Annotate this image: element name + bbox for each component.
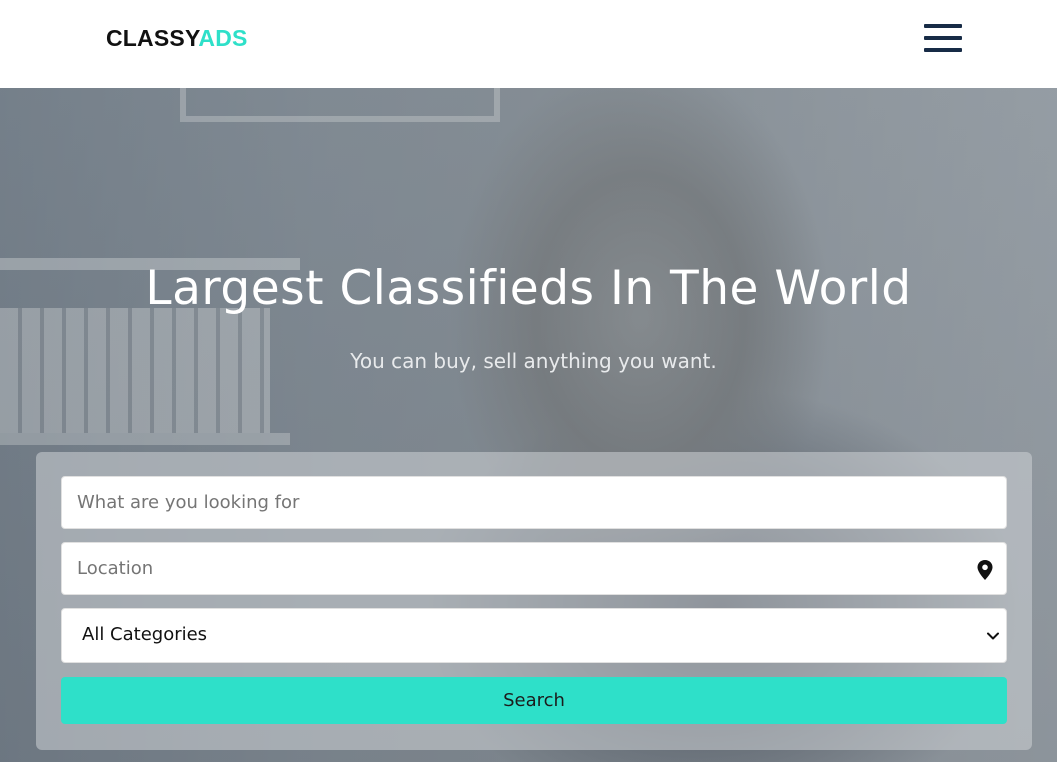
logo-text-ads: ADS xyxy=(198,25,248,51)
site-logo[interactable]: CLASSYADS xyxy=(106,24,248,52)
search-button[interactable]: Search xyxy=(61,677,1007,724)
category-select-value: All Categories xyxy=(82,624,208,645)
hero-title: Largest Classifieds In The World xyxy=(145,261,912,316)
hero-background-decoration xyxy=(0,433,290,445)
map-pin-icon xyxy=(977,560,993,580)
search-panel: All Categories Search xyxy=(36,452,1032,750)
hero-banner: Largest Classifieds In The World You can… xyxy=(0,88,1057,762)
location-field-container xyxy=(61,542,1007,595)
search-input[interactable] xyxy=(62,477,1006,528)
location-input[interactable] xyxy=(62,543,1006,594)
hero-background-decoration xyxy=(180,88,500,122)
chevron-down-icon xyxy=(987,632,999,640)
site-header: CLASSYADS xyxy=(0,0,1057,88)
menu-bar-middle xyxy=(924,36,962,40)
hero-subtitle: You can buy, sell anything you want. xyxy=(350,349,717,373)
menu-bar-bottom xyxy=(924,48,962,52)
logo-text-classy: CLASSY xyxy=(106,25,199,51)
category-select[interactable]: All Categories xyxy=(61,608,1007,663)
hamburger-menu-icon[interactable] xyxy=(924,24,962,52)
menu-bar-top xyxy=(924,24,962,28)
search-field-container xyxy=(61,476,1007,529)
